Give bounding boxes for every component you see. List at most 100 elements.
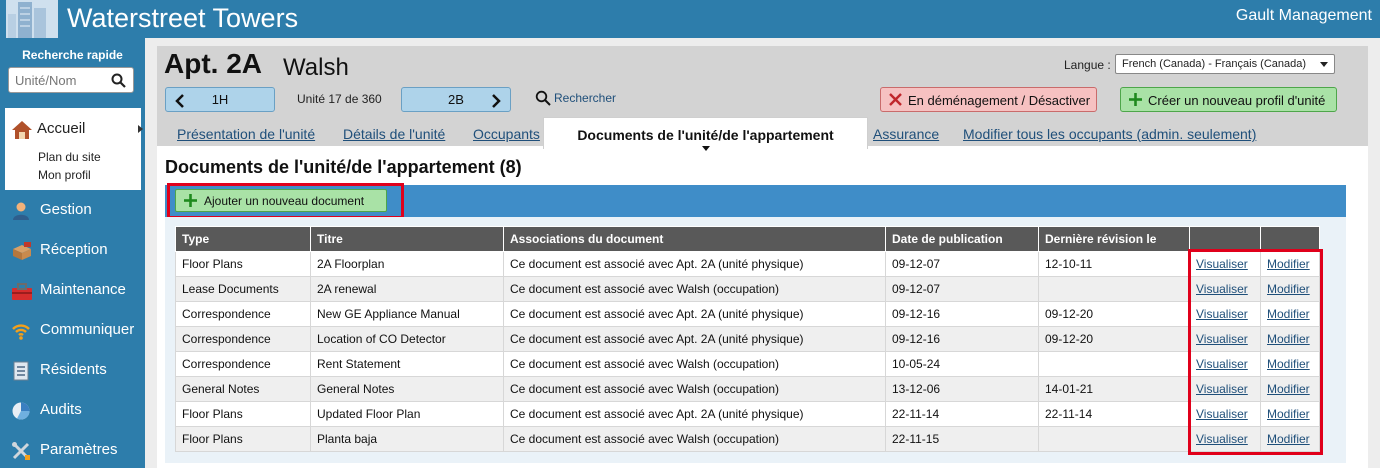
table-row: Floor Plans Planta baja Ce document est … — [175, 426, 1320, 452]
cell-type: Correspondence — [175, 351, 311, 377]
table-row: Correspondence Rent Statement Ce documen… — [175, 351, 1320, 377]
language-select[interactable]: French (Canada) - Français (Canada) — [1115, 54, 1335, 74]
cell-title: Planta baja — [310, 426, 504, 452]
cell-revised: 14-01-21 — [1038, 376, 1190, 402]
sidebar-item-maintenance[interactable]: Maintenance — [0, 276, 145, 306]
cell-associations: Ce document est associé avec Apt. 2A (un… — [503, 251, 886, 277]
column-header-associations[interactable]: Associations du document — [503, 226, 886, 252]
pie-chart-icon — [12, 402, 30, 420]
cell-title: New GE Appliance Manual — [310, 301, 504, 327]
sidebar: Recherche rapide Accueil Plan du site Mo… — [0, 38, 145, 468]
cell-associations: Ce document est associé avec Walsh (occu… — [503, 351, 886, 377]
cell-published: 09-12-07 — [885, 251, 1039, 277]
cell-type: General Notes — [175, 376, 311, 402]
cell-published: 22-11-15 — [885, 426, 1039, 452]
column-header-last-revision[interactable]: Dernière révision le — [1038, 226, 1190, 252]
cell-published: 09-12-16 — [885, 301, 1039, 327]
sidebar-item-label: Réception — [40, 241, 108, 258]
cell-revised: 09-12-20 — [1038, 301, 1190, 327]
quick-search-box — [8, 67, 134, 93]
column-header-edit — [1260, 226, 1320, 252]
create-profile-label: Créer un nouveau profil d'unité — [1148, 93, 1326, 108]
next-unit-button[interactable]: 2B — [401, 87, 511, 112]
cell-associations: Ce document est associé avec Apt. 2A (un… — [503, 301, 886, 327]
cell-published: 09-12-16 — [885, 326, 1039, 352]
documents-title: Documents de l'unité/de l'appartement (8… — [165, 157, 522, 177]
tab-unit-details[interactable]: Détails de l'unité — [343, 126, 445, 142]
language-selected-value: French (Canada) - Français (Canada) — [1122, 58, 1307, 70]
cell-revised: 22-11-14 — [1038, 401, 1190, 427]
table-row: Floor Plans Updated Floor Plan Ce docume… — [175, 401, 1320, 427]
cell-type: Floor Plans — [175, 401, 311, 427]
cell-title: Rent Statement — [310, 351, 504, 377]
sidebar-link-site-map[interactable]: Plan du site — [38, 150, 101, 164]
column-header-view — [1189, 226, 1261, 252]
column-header-title[interactable]: Titre — [310, 226, 504, 252]
home-icon — [12, 121, 32, 139]
search-link[interactable]: Rechercher — [554, 91, 616, 105]
sidebar-item-parametres[interactable]: Paramètres — [0, 436, 145, 466]
search-icon[interactable] — [535, 90, 551, 106]
sidebar-item-gestion[interactable]: Gestion — [0, 196, 145, 226]
tab-occupants[interactable]: Occupants — [473, 126, 540, 142]
tab-edit-all-occupants[interactable]: Modifier tous les occupants (admin. seul… — [963, 126, 1256, 142]
sidebar-link-my-profile[interactable]: Mon profil — [38, 168, 91, 182]
create-unit-profile-button[interactable]: Créer un nouveau profil d'unité — [1120, 87, 1337, 112]
cell-revised — [1038, 351, 1190, 377]
previous-unit-label: 1H — [211, 92, 229, 107]
cell-published: 10-05-24 — [885, 351, 1039, 377]
person-icon — [13, 202, 29, 220]
wifi-icon — [12, 324, 30, 340]
sidebar-item-label: Communiquer — [40, 321, 135, 338]
sidebar-item-label: Résidents — [40, 361, 107, 378]
cell-published: 09-12-07 — [885, 276, 1039, 302]
chevron-right-icon — [138, 125, 143, 133]
sidebar-item-reception[interactable]: Réception — [0, 236, 145, 266]
resident-name: Walsh — [283, 54, 349, 81]
close-icon — [889, 93, 902, 106]
cell-revised: 12-10-11 — [1038, 251, 1190, 277]
sidebar-item-residents[interactable]: Résidents — [0, 356, 145, 386]
cell-revised — [1038, 276, 1190, 302]
cell-type: Floor Plans — [175, 251, 311, 277]
table-row: Correspondence Location of CO Detector C… — [175, 326, 1320, 352]
cell-type: Correspondence — [175, 326, 311, 352]
tab-insurance[interactable]: Assurance — [873, 126, 939, 142]
search-icon[interactable] — [111, 73, 126, 88]
cell-published: 22-11-14 — [885, 401, 1039, 427]
plus-icon — [1129, 93, 1142, 106]
sidebar-item-accueil[interactable]: Accueil — [5, 108, 143, 144]
toolbox-icon — [12, 283, 32, 300]
column-header-type[interactable]: Type — [175, 226, 311, 252]
cell-associations: Ce document est associé avec Walsh (occu… — [503, 426, 886, 452]
cell-type: Correspondence — [175, 301, 311, 327]
highlight-row-actions — [1188, 249, 1323, 455]
tab-unit-overview[interactable]: Présentation de l'unité — [177, 126, 315, 142]
cell-associations: Ce document est associé avec Walsh (occu… — [503, 376, 886, 402]
chevron-down-icon — [1320, 62, 1328, 67]
tab-unit-documents[interactable]: Documents de l'unité/de l'appartement — [543, 117, 868, 151]
home-menu: Accueil Plan du site Mon profil — [5, 108, 143, 190]
quick-search-title: Recherche rapide — [22, 48, 123, 62]
cell-associations: Ce document est associé avec Apt. 2A (un… — [503, 401, 886, 427]
top-bar: Waterstreet Towers Gault Management — [0, 0, 1380, 38]
table-row: General Notes General Notes Ce document … — [175, 376, 1320, 402]
table-header-row: Type Titre Associations du document Date… — [175, 226, 1320, 252]
sidebar-item-label: Audits — [40, 401, 82, 418]
highlight-add-document — [167, 183, 404, 219]
cell-title: Updated Floor Plan — [310, 401, 504, 427]
move-out-deactivate-button[interactable]: En déménagement / Désactiver — [880, 87, 1097, 112]
language-label: Langue : — [1064, 58, 1111, 72]
previous-unit-button[interactable]: 1H — [165, 87, 275, 112]
table-row: Floor Plans 2A Floorplan Ce document est… — [175, 251, 1320, 277]
quick-search-input[interactable] — [15, 72, 111, 88]
sidebar-item-label: Maintenance — [40, 281, 126, 298]
building-logo-icon — [6, 0, 58, 38]
documents-table: Type Titre Associations du document Date… — [175, 226, 1320, 452]
cell-published: 13-12-06 — [885, 376, 1039, 402]
cell-associations: Ce document est associé avec Apt. 2A (un… — [503, 326, 886, 352]
sidebar-item-communiquer[interactable]: Communiquer — [0, 316, 145, 346]
chevron-right-icon — [492, 94, 501, 108]
sidebar-item-audits[interactable]: Audits — [0, 396, 145, 426]
column-header-publication-date[interactable]: Date de publication — [885, 226, 1039, 252]
